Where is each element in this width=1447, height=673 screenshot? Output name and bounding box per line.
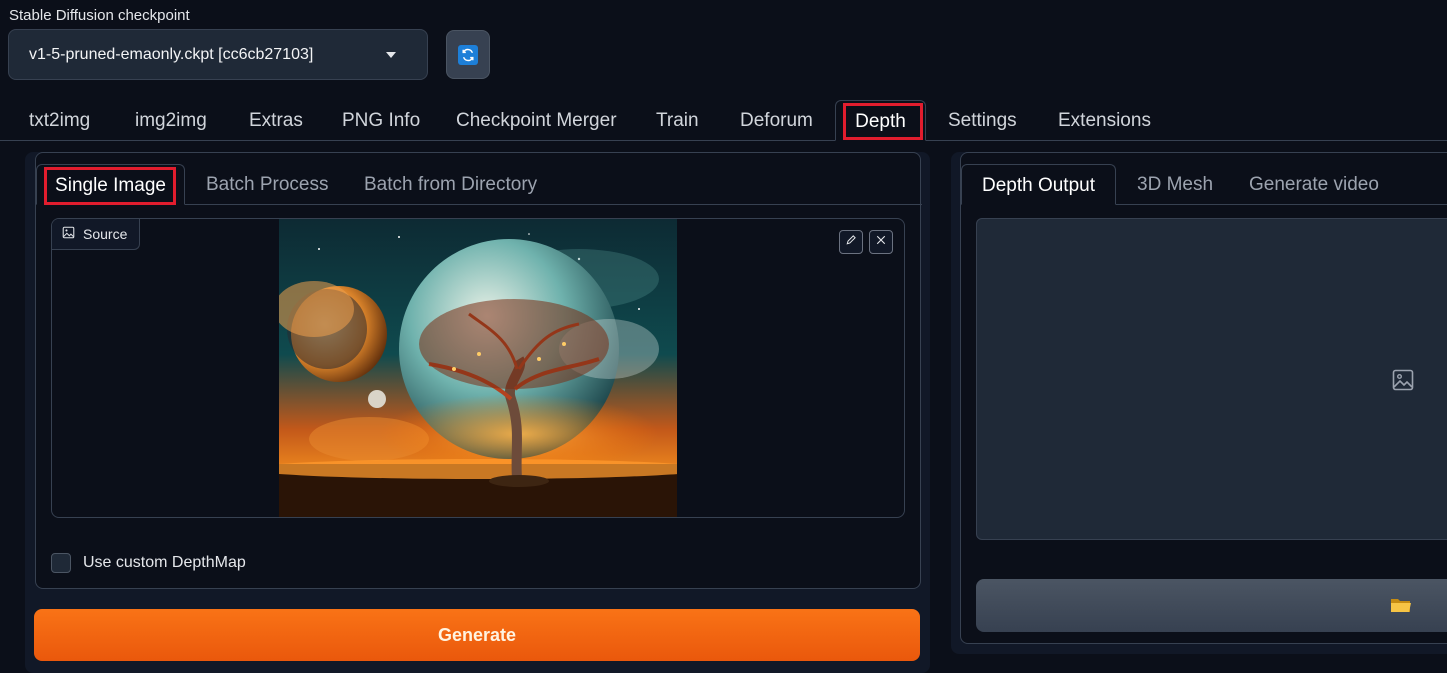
generate-button[interactable]: Generate [34, 609, 920, 661]
tab-txt2img[interactable]: txt2img [29, 100, 90, 141]
tab-settings[interactable]: Settings [948, 100, 1017, 141]
input-panel: Single Image Batch Process Batch from Di… [25, 152, 930, 673]
tab-deforum[interactable]: Deforum [740, 100, 813, 141]
source-image-preview [279, 219, 677, 517]
image-icon [62, 226, 75, 242]
checkpoint-label: Stable Diffusion checkpoint [9, 7, 190, 24]
tab-depth-output[interactable]: Depth Output [961, 164, 1116, 205]
checkpoint-dropdown[interactable]: v1-5-pruned-emaonly.ckpt [cc6cb27103] [8, 29, 428, 80]
use-custom-depthmap-checkbox[interactable] [51, 553, 71, 573]
tab-single-image[interactable]: Single Image [36, 164, 185, 205]
tab-checkpoint-merger[interactable]: Checkpoint Merger [456, 100, 617, 141]
input-tab-bar: Single Image Batch Process Batch from Di… [36, 164, 922, 205]
use-custom-depthmap-label: Use custom DepthMap [83, 554, 246, 571]
refresh-icon [458, 44, 478, 65]
tab-batch-process[interactable]: Batch Process [206, 164, 329, 205]
refresh-checkpoint-button[interactable] [446, 30, 490, 79]
chevron-down-icon [386, 52, 396, 58]
source-image-dropzone[interactable]: Source [51, 218, 905, 518]
tab-img2img[interactable]: img2img [135, 100, 207, 141]
input-tabs-container: Single Image Batch Process Batch from Di… [35, 152, 922, 589]
tab-extras[interactable]: Extras [249, 100, 303, 141]
open-output-folder-button[interactable] [976, 579, 1447, 632]
depth-output-gallery [976, 218, 1447, 540]
source-label-text: Source [83, 226, 128, 242]
main-tab-bar: txt2img img2img Extras PNG Info Checkpoi… [0, 100, 1447, 141]
output-panel: Depth Output 3D Mesh Generate video [951, 152, 1447, 654]
tab-train[interactable]: Train [656, 100, 699, 141]
clear-image-button[interactable] [869, 230, 893, 254]
tab-generate-video[interactable]: Generate video [1249, 164, 1379, 205]
image-icon [1391, 368, 1415, 397]
tab-png-info[interactable]: PNG Info [342, 100, 420, 141]
tab-batch-from-directory[interactable]: Batch from Directory [364, 164, 537, 205]
pencil-icon [845, 233, 857, 251]
folder-icon [1390, 596, 1412, 619]
output-tab-bar: Depth Output 3D Mesh Generate video [961, 164, 1447, 205]
tab-depth[interactable]: Depth [835, 100, 926, 141]
tab-extensions[interactable]: Extensions [1058, 100, 1151, 141]
tab-3d-mesh[interactable]: 3D Mesh [1137, 164, 1213, 205]
close-icon [875, 233, 887, 251]
use-custom-depthmap-toggle[interactable]: Use custom DepthMap [51, 552, 246, 574]
output-tabs-container: Depth Output 3D Mesh Generate video [960, 152, 1447, 644]
checkpoint-selected-value: v1-5-pruned-emaonly.ckpt [cc6cb27103] [29, 45, 314, 63]
edit-image-button[interactable] [839, 230, 863, 254]
source-label: Source [52, 219, 140, 250]
